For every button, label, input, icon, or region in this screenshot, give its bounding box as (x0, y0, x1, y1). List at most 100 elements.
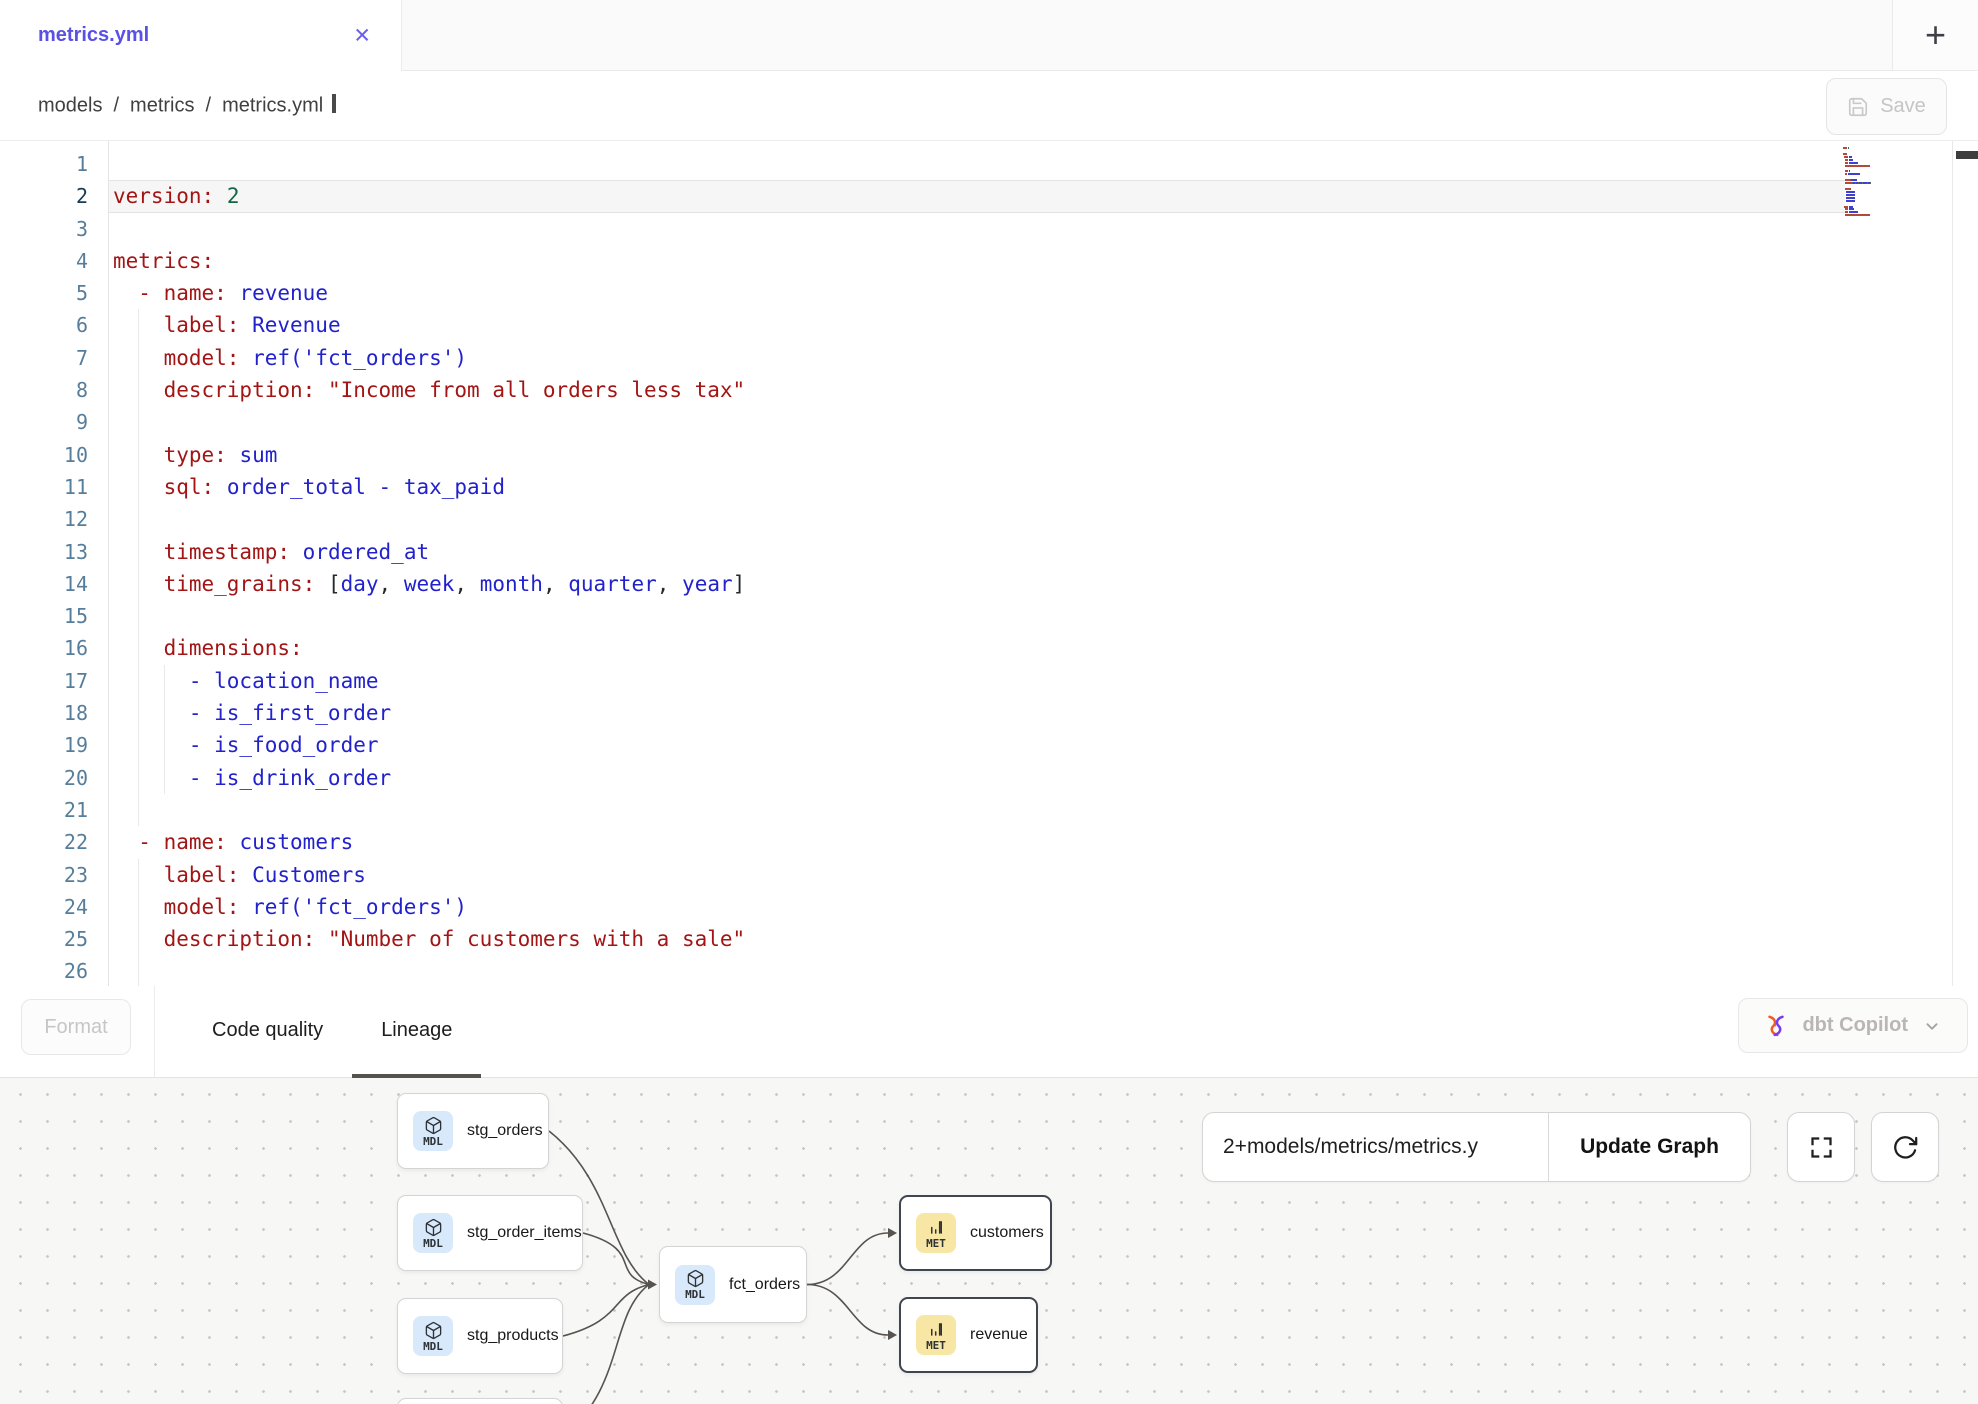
line-number: 10 (0, 439, 108, 471)
code-line[interactable]: - location_name (109, 665, 1845, 697)
code-line[interactable]: - name: customers (109, 826, 1845, 858)
code-line[interactable]: model: ref('fct_orders') (109, 891, 1845, 923)
minimap[interactable] (1843, 144, 1905, 234)
refresh-icon (1892, 1134, 1919, 1161)
code-line[interactable] (109, 794, 1845, 826)
code-line[interactable]: - is_food_order (109, 729, 1845, 761)
line-number: 23 (0, 859, 108, 891)
code-line[interactable] (109, 955, 1845, 986)
lineage-edge (563, 1285, 649, 1337)
tab-strip-empty (402, 0, 1892, 71)
lineage-node-stg_orders[interactable]: MDL stg_orders (397, 1093, 549, 1169)
edge-arrowhead (648, 1280, 657, 1290)
close-icon[interactable]: ✕ (353, 25, 371, 46)
tab-code-quality[interactable]: Code quality (183, 986, 352, 1078)
indent-guide (138, 406, 139, 438)
minimap-line (1849, 170, 1851, 172)
model-cube-icon: MDL (413, 1316, 453, 1356)
tab-lineage[interactable]: Lineage (352, 986, 481, 1078)
minimap-line (1843, 153, 1847, 155)
lineage-node-stg_order_items[interactable]: MDLstg_order_items (397, 1195, 583, 1271)
lineage-node-revenue[interactable]: METrevenue (899, 1297, 1038, 1373)
code-area[interactable]: version: 2 metrics: - name: revenue label… (109, 148, 1845, 986)
code-line[interactable]: label: Revenue (109, 309, 1845, 341)
code-line[interactable]: model: ref('fct_orders') (109, 342, 1845, 374)
update-graph-button[interactable]: Update Graph (1549, 1113, 1750, 1181)
minimap-line (1845, 208, 1848, 210)
code-line[interactable]: dimensions: (109, 632, 1845, 664)
lineage-node-customers[interactable]: METcustomers (899, 1195, 1052, 1271)
line-number: 16 (0, 632, 108, 664)
code-line[interactable]: - is_drink_order (109, 762, 1845, 794)
fullscreen-icon (1808, 1134, 1835, 1161)
node-label: fct_orders (729, 1276, 800, 1294)
code-line[interactable] (109, 406, 1845, 438)
code-line[interactable]: label: Customers (109, 859, 1845, 891)
code-line[interactable]: description: "Income from all orders les… (109, 374, 1845, 406)
text-cursor (332, 94, 336, 113)
minimap-line (1845, 211, 1848, 213)
code-line[interactable]: sql: order_total - tax_paid (109, 471, 1845, 503)
tab-metrics-yml[interactable]: metrics.yml ✕ (0, 0, 402, 71)
save-icon (1847, 96, 1869, 118)
code-editor[interactable]: 1234567891011121314151617181920212223242… (0, 140, 1978, 986)
lineage-node-stg_products[interactable]: MDLstg_products (397, 1298, 563, 1374)
editor-scrollbar-thumb[interactable] (1956, 151, 1978, 159)
line-number: 26 (0, 955, 108, 986)
code-line[interactable]: type: sum (109, 439, 1845, 471)
new-tab-button[interactable]: + (1892, 0, 1978, 71)
code-line[interactable] (109, 148, 1845, 180)
minimap-line (1844, 156, 1848, 158)
model-cube-icon: MDL (413, 1213, 453, 1253)
line-number: 1 (0, 148, 108, 180)
dbt-copilot-button[interactable]: dbt Copilot (1738, 998, 1968, 1053)
metric-chart-icon: MET (916, 1315, 956, 1355)
code-line[interactable] (109, 600, 1845, 632)
code-line[interactable]: metrics: (109, 245, 1845, 277)
refresh-button[interactable] (1871, 1112, 1939, 1182)
lineage-node-fct_orders[interactable]: MDLfct_orders (659, 1246, 807, 1323)
toolbar-divider (154, 986, 155, 1078)
line-number: 11 (0, 471, 108, 503)
minimap-line (1846, 194, 1855, 196)
minimap-line (1845, 179, 1851, 181)
code-line[interactable]: version: 2 (109, 180, 1845, 212)
code-line[interactable] (109, 213, 1845, 245)
line-number: 9 (0, 406, 108, 438)
code-line[interactable]: time_grains: [day, week, month, quarter,… (109, 568, 1845, 600)
node-kind-label: MET (926, 1340, 946, 1351)
code-line[interactable] (109, 503, 1845, 535)
minimap-line (1845, 188, 1851, 190)
code-line[interactable]: timestamp: ordered_at (109, 536, 1845, 568)
save-label: Save (1880, 95, 1926, 118)
save-button[interactable]: Save (1826, 78, 1947, 135)
edge-arrowhead (888, 1228, 897, 1238)
line-number: 13 (0, 536, 108, 568)
minimap-line (1845, 162, 1848, 164)
editor-scrollbar-track[interactable] (1952, 141, 1978, 986)
breadcrumb-row: models / metrics / metrics.yml Save (0, 71, 1978, 140)
minimap-line (1852, 214, 1870, 216)
tab-bar: metrics.yml ✕ + (0, 0, 1978, 71)
minimap-line (1848, 173, 1860, 175)
fullscreen-button[interactable] (1787, 1112, 1855, 1182)
lineage-canvas[interactable]: MDL stg_orders MDLstg_order_items MDLstg_pr… (0, 1078, 1978, 1404)
breadcrumb-separator: / (206, 94, 212, 117)
breadcrumb-file: metrics.yml (222, 94, 323, 117)
node-kind-label: MDL (423, 1136, 443, 1147)
indent-guide (138, 794, 139, 826)
metric-chart-icon: MET (916, 1213, 956, 1253)
line-number: 24 (0, 891, 108, 923)
code-line[interactable]: - name: revenue (109, 277, 1845, 309)
indent-guide (138, 600, 139, 632)
breadcrumb-separator: / (113, 94, 119, 117)
minimap-line (1849, 159, 1853, 161)
lineage-filter-input[interactable] (1203, 1113, 1549, 1181)
lineage-node-offscreen_node[interactable] (397, 1398, 563, 1404)
code-line[interactable]: - is_first_order (109, 697, 1845, 729)
node-label: stg_orders (467, 1122, 543, 1140)
minimap-line (1846, 197, 1854, 199)
lineage-edge (807, 1233, 888, 1285)
code-line[interactable]: description: "Number of customers with a… (109, 923, 1845, 955)
format-button[interactable]: Format (21, 999, 131, 1055)
